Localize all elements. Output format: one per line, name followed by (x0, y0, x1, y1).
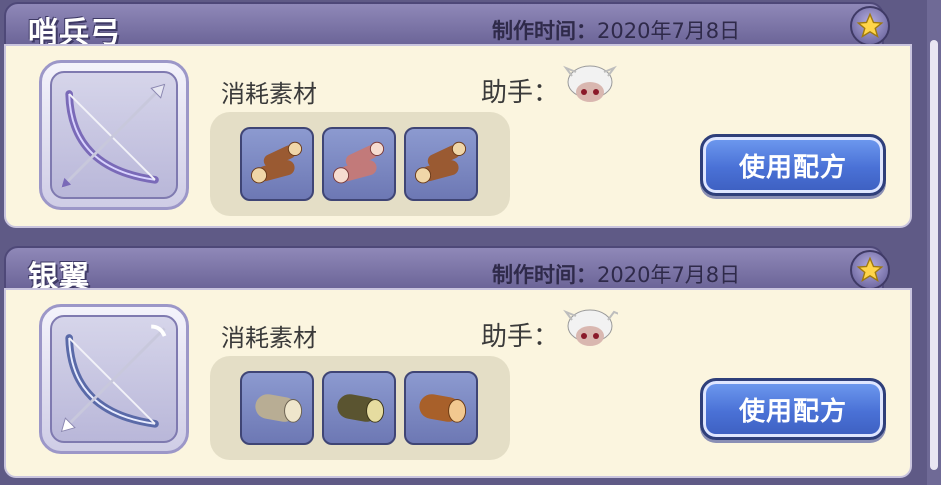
material-slot[interactable] (404, 371, 478, 445)
made-time: 制作时间：2020年7月8日 (492, 259, 740, 289)
wood-log-icon (332, 141, 385, 184)
material-slot[interactable] (322, 127, 396, 201)
recipe-card-body: 消耗素材 助手： 使用配方 (4, 44, 912, 228)
made-time-label: 制作时间： (492, 19, 597, 43)
made-time-date: 2020年7月8日 (597, 19, 741, 43)
favorite-star-button[interactable] (850, 250, 890, 290)
helper-avatar-icon (563, 65, 617, 102)
weapon-icon-frame[interactable] (39, 304, 189, 454)
materials-label: 消耗素材 (221, 324, 317, 352)
helper-label: 助手： (481, 78, 560, 108)
helper-avatar-icon (563, 309, 625, 346)
bow-icon (60, 324, 167, 433)
material-slot[interactable] (240, 371, 314, 445)
wood-log-icon (337, 394, 385, 423)
recipe-card-header: 银翼 制作时间：2020年7月8日 (4, 246, 890, 295)
made-time: 制作时间：2020年7月8日 (492, 15, 740, 45)
bow-icon (60, 83, 166, 189)
use-recipe-button[interactable]: 使用配方 (700, 134, 886, 196)
wood-log-icon (255, 394, 303, 423)
materials-tray (210, 112, 510, 216)
materials-tray (210, 356, 510, 460)
helper-avatar[interactable] (562, 62, 618, 108)
made-time-label: 制作时间： (492, 263, 597, 287)
made-time-date: 2020年7月8日 (597, 263, 741, 287)
helper-label: 助手： (481, 322, 560, 352)
scrollbar[interactable] (927, 0, 941, 485)
use-recipe-button[interactable]: 使用配方 (700, 378, 886, 440)
materials-label: 消耗素材 (221, 80, 317, 108)
recipe-card-body: 消耗素材 助手： 使用配方 (4, 288, 912, 478)
material-slot[interactable] (322, 371, 396, 445)
wood-log-icon (414, 141, 467, 184)
wood-log-icon (250, 141, 303, 184)
material-slot[interactable] (404, 127, 478, 201)
weapon-icon-frame[interactable] (39, 60, 189, 210)
recipe-card-header: 哨兵弓 制作时间：2020年7月8日 (4, 2, 890, 51)
star-icon (856, 12, 884, 39)
favorite-star-button[interactable] (850, 6, 890, 46)
helper-avatar[interactable] (562, 306, 625, 352)
scrollbar-thumb[interactable] (930, 40, 938, 470)
material-slot[interactable] (240, 127, 314, 201)
wood-log-icon (419, 394, 467, 423)
star-icon (856, 256, 884, 283)
